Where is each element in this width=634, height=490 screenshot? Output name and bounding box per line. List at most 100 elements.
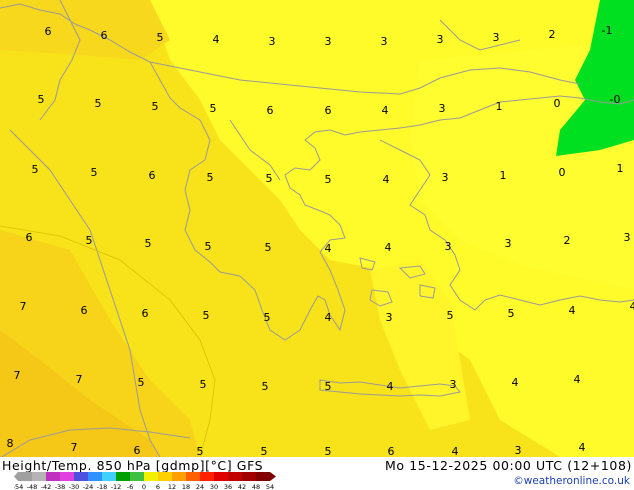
temperature-label: 4: [512, 376, 519, 389]
scale-swatch: [186, 472, 200, 481]
scale-swatch: [242, 472, 256, 481]
temperature-label: 6: [101, 29, 108, 42]
temperature-label: 8: [7, 437, 14, 450]
temperature-label: 4: [574, 373, 581, 386]
temperature-label: 3: [439, 102, 446, 115]
temperature-label: 5: [266, 172, 273, 185]
scale-tick-label: 6: [156, 483, 160, 490]
scale-tick-label: -38: [55, 483, 66, 490]
temperature-label: 4: [387, 380, 394, 393]
temperature-label: 4: [383, 173, 390, 186]
scale-swatch: [228, 472, 242, 481]
temperature-label: 5: [325, 173, 332, 186]
temperature-label: 7: [14, 369, 21, 382]
temperature-label: 3: [269, 35, 276, 48]
scale-tick-label: 0: [142, 483, 146, 490]
temperature-map: 6 6 5 4 3 3 3 3 3 2 -1 5 5 5 5 6 6 4 3 1 0 -0 5 5 6 5 5 5 4 3 1 0 1 6 5 5 5 5…: [0, 0, 634, 457]
scale-swatch: [18, 472, 32, 481]
temperature-label: 4: [630, 300, 634, 313]
temperature-label: -1: [602, 24, 613, 37]
temperature-label: 1: [500, 169, 507, 182]
scale-swatch: [46, 472, 60, 481]
temperature-label: 5: [200, 378, 207, 391]
valid-time: Mo 15-12-2025 00:00 UTC (12+108): [385, 458, 632, 473]
scale-tick-label: 48: [252, 483, 260, 490]
scale-tick-label: 24: [196, 483, 204, 490]
scale-tick-label: 18: [182, 483, 190, 490]
temperature-label: 3: [386, 311, 393, 324]
scale-swatch: [130, 472, 144, 481]
temperature-label: 0: [559, 166, 566, 179]
scale-swatch: [116, 472, 130, 481]
temperature-label: 5: [138, 376, 145, 389]
temperature-label: 4: [579, 441, 586, 454]
temperature-label: 5: [145, 237, 152, 250]
temperature-label: 5: [508, 307, 515, 320]
temperature-label: 4: [213, 33, 220, 46]
scale-tick-label: -30: [69, 483, 80, 490]
temperature-label: 5: [95, 97, 102, 110]
temperature-label: 3: [445, 240, 452, 253]
scale-swatch: [144, 472, 158, 481]
scale-swatch: [74, 472, 88, 481]
temperature-label: 1: [617, 162, 624, 175]
product-title: Height/Temp. 850 hPa [gdmp][°C] GFS: [2, 458, 264, 473]
temperature-label: 6: [267, 104, 274, 117]
temperature-label: 5: [91, 166, 98, 179]
temperature-label: 6: [388, 445, 395, 457]
temperature-label: 6: [325, 104, 332, 117]
scale-tick-label: -48: [27, 483, 38, 490]
scale-swatch: [172, 472, 186, 481]
temperature-label: 3: [450, 378, 457, 391]
scale-tick-label: -42: [41, 483, 52, 490]
temperature-label: 2: [549, 28, 556, 41]
temperature-label: 5: [264, 311, 271, 324]
temperature-label: 5: [205, 240, 212, 253]
temperature-label: 6: [149, 169, 156, 182]
temperature-label: 5: [32, 163, 39, 176]
temperature-label: 6: [142, 307, 149, 320]
scale-swatch: [88, 472, 102, 481]
scale-swatch: [256, 472, 270, 481]
temperature-label: 5: [86, 234, 93, 247]
temperature-label: 5: [197, 445, 204, 457]
temperature-label: 2: [564, 234, 571, 247]
temperature-label: 5: [203, 309, 210, 322]
footer: Height/Temp. 850 hPa [gdmp][°C] GFS Mo 1…: [0, 457, 634, 490]
temperature-label: 3: [493, 31, 500, 44]
scale-arrow-right: [270, 472, 276, 481]
temperature-label: 7: [20, 300, 27, 313]
temperature-label: 5: [447, 309, 454, 322]
source-credit[interactable]: ©weatheronline.co.uk: [513, 475, 630, 487]
temperature-label: 7: [71, 441, 78, 454]
temperature-label: 5: [325, 380, 332, 393]
temperature-label: 6: [81, 304, 88, 317]
temperature-label: 4: [325, 311, 332, 324]
temperature-label: 3: [442, 171, 449, 184]
temperature-label: 4: [385, 241, 392, 254]
temperature-label: 0: [554, 97, 561, 110]
scale-tick-label: 30: [210, 483, 218, 490]
temperature-label: 5: [325, 445, 332, 457]
temperature-label: 3: [624, 231, 631, 244]
scale-tick-label: -24: [83, 483, 94, 490]
scale-tick-label: -54: [14, 483, 23, 490]
temperature-label: 5: [261, 445, 268, 457]
scale-swatch: [102, 472, 116, 481]
color-scale: -54 -48-42-38-30-24-18-12 -6 0 6 12 18 24 30 36 42…: [14, 472, 276, 490]
temperature-label: 3: [437, 33, 444, 46]
temperature-label: 6: [45, 25, 52, 38]
scale-swatch: [158, 472, 172, 481]
scale-swatch: [60, 472, 74, 481]
temperature-label: 6: [134, 444, 141, 457]
temperature-label: 5: [152, 100, 159, 113]
scale-tick-label: -6: [127, 483, 133, 490]
temperature-label: 5: [157, 31, 164, 44]
scale-swatch: [200, 472, 214, 481]
temperature-label: 4: [382, 104, 389, 117]
temperature-label: 3: [325, 35, 332, 48]
warm-field-north: [0, 0, 170, 60]
temperature-label: 7: [76, 373, 83, 386]
temperature-label: -0: [610, 93, 621, 106]
scale-arrow-left: [14, 472, 18, 481]
